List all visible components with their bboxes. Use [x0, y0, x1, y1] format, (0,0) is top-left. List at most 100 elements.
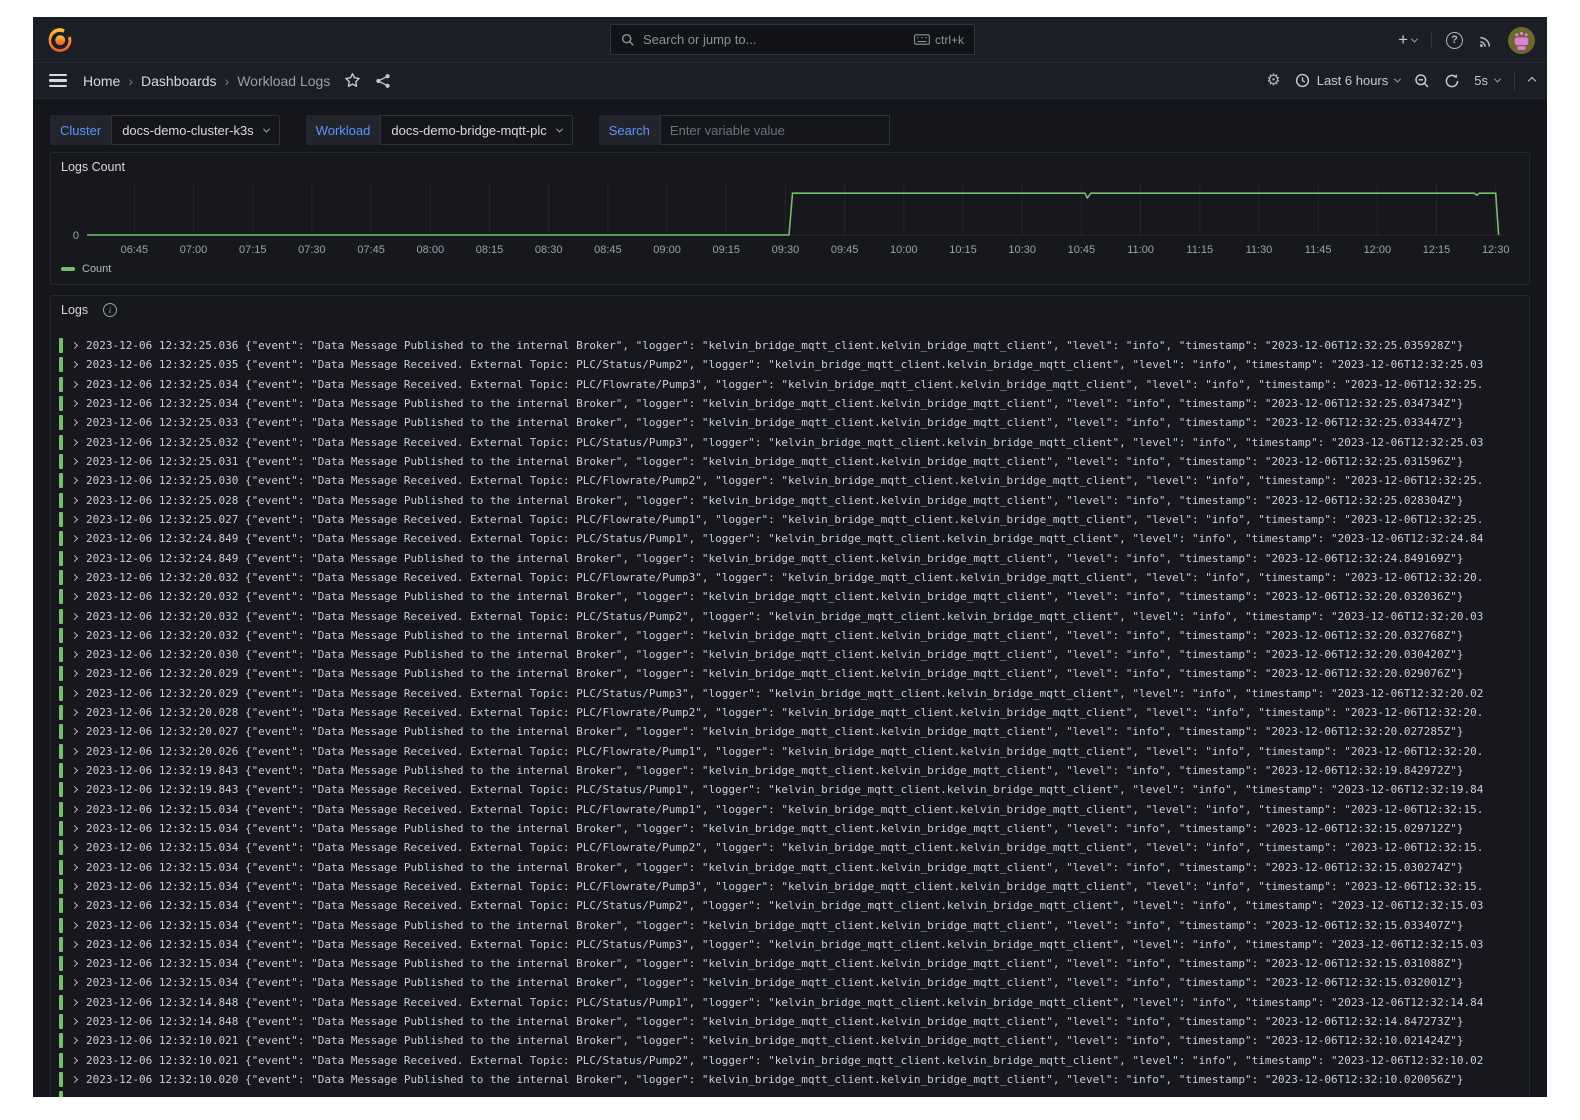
- log-row[interactable]: 2023-12-06 12:32:10.021 {"event": "Data …: [59, 1051, 1521, 1070]
- expand-chevron-icon[interactable]: [71, 728, 78, 735]
- expand-chevron-icon[interactable]: [71, 748, 78, 755]
- log-row[interactable]: 2023-12-06 12:32:24.849 {"event": "Data …: [59, 548, 1521, 567]
- legend-series-label[interactable]: Count: [82, 263, 111, 275]
- help-icon[interactable]: ?: [1446, 32, 1463, 49]
- expand-chevron-icon[interactable]: [71, 555, 78, 562]
- log-row[interactable]: 2023-12-06 12:32:15.034 {"event": "Data …: [59, 838, 1521, 857]
- log-row[interactable]: 2023-12-06 12:32:15.034 {"event": "Data …: [59, 935, 1521, 954]
- expand-chevron-icon[interactable]: [71, 361, 78, 368]
- log-row[interactable]: 2023-12-06 12:32:14.848 {"event": "Data …: [59, 1012, 1521, 1031]
- expand-chevron-icon[interactable]: [71, 999, 78, 1006]
- refresh-interval-picker[interactable]: 5s: [1474, 73, 1500, 88]
- time-range-picker[interactable]: Last 6 hours: [1295, 73, 1401, 88]
- expand-chevron-icon[interactable]: [71, 1076, 78, 1083]
- expand-chevron-icon[interactable]: [71, 458, 78, 465]
- log-row[interactable]: 2023-12-06 12:32:25.030 {"event": "Data …: [59, 471, 1521, 490]
- log-row[interactable]: 2023-12-06 12:32:19.843 {"event": "Data …: [59, 780, 1521, 799]
- expand-chevron-icon[interactable]: [71, 593, 78, 600]
- log-row[interactable]: 2023-12-06 12:32:15.034 {"event": "Data …: [59, 877, 1521, 896]
- search-variable-input[interactable]: Enter variable value: [660, 115, 890, 145]
- log-row[interactable]: 2023-12-06 12:32:10.021 {"event": "Data …: [59, 1031, 1521, 1050]
- expand-chevron-icon[interactable]: [71, 786, 78, 793]
- grafana-logo-icon[interactable]: [47, 27, 73, 53]
- log-row[interactable]: 2023-12-06 12:32:25.033 {"event": "Data …: [59, 413, 1521, 432]
- log-row[interactable]: 2023-12-06 12:32:14.848 {"event": "Data …: [59, 993, 1521, 1012]
- menu-toggle-icon[interactable]: [49, 74, 67, 88]
- log-row[interactable]: 2023-12-06 12:32:25.036 {"event": "Data …: [59, 336, 1521, 355]
- log-row[interactable]: 2023-12-06 12:32:20.026 {"event": "Data …: [59, 742, 1521, 761]
- expand-chevron-icon[interactable]: [71, 902, 78, 909]
- log-row[interactable]: 2023-12-06 12:32:25.032 {"event": "Data …: [59, 433, 1521, 452]
- expand-chevron-icon[interactable]: [71, 1037, 78, 1044]
- user-avatar[interactable]: [1508, 27, 1535, 54]
- expand-chevron-icon[interactable]: [71, 1057, 78, 1064]
- log-row[interactable]: 2023-12-06 12:32:15.034 {"event": "Data …: [59, 819, 1521, 838]
- share-icon[interactable]: [375, 73, 391, 89]
- log-row[interactable]: 2023-12-06 12:32:15.034 {"event": "Data …: [59, 973, 1521, 992]
- expand-chevron-icon[interactable]: [71, 651, 78, 658]
- log-row[interactable]: 2023-12-06 12:32:25.027 {"event": "Data …: [59, 510, 1521, 529]
- panel-title[interactable]: Logs: [61, 303, 88, 317]
- expand-chevron-icon[interactable]: [71, 921, 78, 928]
- expand-chevron-icon[interactable]: [71, 612, 78, 619]
- log-row[interactable]: 2023-12-06 12:32:15.034 {"event": "Data …: [59, 915, 1521, 934]
- expand-chevron-icon[interactable]: [71, 979, 78, 986]
- news-rss-icon[interactable]: [1477, 32, 1494, 49]
- cluster-variable-dropdown[interactable]: docs-demo-cluster-k3s: [111, 115, 280, 145]
- zoom-out-icon[interactable]: [1414, 73, 1430, 89]
- expand-chevron-icon[interactable]: [71, 1018, 78, 1025]
- log-row[interactable]: 2023-12-06 12:32:20.029 {"event": "Data …: [59, 664, 1521, 683]
- log-row[interactable]: 2023-12-06 12:32:15.034 {"event": "Data …: [59, 954, 1521, 973]
- log-row[interactable]: 2023-12-06 12:32:20.032 {"event": "Data …: [59, 626, 1521, 645]
- search-input[interactable]: Search or jump to... ctrl+k: [610, 24, 975, 55]
- logs-count-chart[interactable]: 06:4507:0007:1507:3007:4508:0008:1508:30…: [59, 177, 1514, 265]
- expand-chevron-icon[interactable]: [71, 381, 78, 388]
- log-row[interactable]: 2023-12-06 12:32:25.034 {"event": "Data …: [59, 375, 1521, 394]
- expand-chevron-icon[interactable]: [71, 439, 78, 446]
- log-row[interactable]: 2023-12-06 12:32:10.020 {"event": "Data …: [59, 1070, 1521, 1089]
- new-menu-button[interactable]: +: [1398, 30, 1417, 50]
- expand-chevron-icon[interactable]: [71, 535, 78, 542]
- workload-variable-dropdown[interactable]: docs-demo-bridge-mqtt-plc: [380, 115, 572, 145]
- panel-info-icon[interactable]: i: [103, 303, 117, 317]
- log-row[interactable]: 2023-12-06 12:32:20.032 {"event": "Data …: [59, 587, 1521, 606]
- expand-chevron-icon[interactable]: [71, 883, 78, 890]
- breadcrumb-home[interactable]: Home: [83, 73, 120, 89]
- expand-chevron-icon[interactable]: [71, 825, 78, 832]
- expand-chevron-icon[interactable]: [71, 670, 78, 677]
- expand-chevron-icon[interactable]: [71, 342, 78, 349]
- log-row[interactable]: 2023-12-06 12:32:15.034 {"event": "Data …: [59, 857, 1521, 876]
- panel-title[interactable]: Logs Count: [61, 160, 125, 174]
- expand-chevron-icon[interactable]: [71, 709, 78, 716]
- expand-chevron-icon[interactable]: [71, 806, 78, 813]
- log-row[interactable]: 2023-12-06 12:32:20.032 {"event": "Data …: [59, 568, 1521, 587]
- log-row[interactable]: 2023-12-06 12:32:20.027 {"event": "Data …: [59, 722, 1521, 741]
- expand-chevron-icon[interactable]: [71, 400, 78, 407]
- expand-chevron-icon[interactable]: [71, 864, 78, 871]
- star-favorite-icon[interactable]: [344, 72, 361, 89]
- expand-chevron-icon[interactable]: [71, 960, 78, 967]
- log-row[interactable]: [59, 1089, 1521, 1097]
- log-row[interactable]: 2023-12-06 12:32:20.030 {"event": "Data …: [59, 645, 1521, 664]
- expand-chevron-icon[interactable]: [71, 419, 78, 426]
- log-row[interactable]: 2023-12-06 12:32:25.028 {"event": "Data …: [59, 491, 1521, 510]
- log-row[interactable]: 2023-12-06 12:32:15.034 {"event": "Data …: [59, 800, 1521, 819]
- log-row[interactable]: 2023-12-06 12:32:25.031 {"event": "Data …: [59, 452, 1521, 471]
- collapse-chevron-up-icon[interactable]: [1528, 76, 1536, 84]
- expand-chevron-icon[interactable]: [71, 690, 78, 697]
- dashboard-settings-gear-icon[interactable]: ⚙: [1266, 73, 1280, 89]
- expand-chevron-icon[interactable]: [71, 497, 78, 504]
- expand-chevron-icon[interactable]: [71, 844, 78, 851]
- breadcrumb-dashboards[interactable]: Dashboards: [141, 73, 217, 89]
- log-row[interactable]: 2023-12-06 12:32:15.034 {"event": "Data …: [59, 896, 1521, 915]
- log-row[interactable]: 2023-12-06 12:32:24.849 {"event": "Data …: [59, 529, 1521, 548]
- expand-chevron-icon[interactable]: [71, 477, 78, 484]
- expand-chevron-icon[interactable]: [71, 632, 78, 639]
- refresh-icon[interactable]: [1444, 73, 1460, 89]
- expand-chevron-icon[interactable]: [71, 767, 78, 774]
- expand-chevron-icon[interactable]: [71, 516, 78, 523]
- log-row[interactable]: 2023-12-06 12:32:25.034 {"event": "Data …: [59, 394, 1521, 413]
- log-row[interactable]: 2023-12-06 12:32:20.032 {"event": "Data …: [59, 606, 1521, 625]
- expand-chevron-icon[interactable]: [71, 941, 78, 948]
- log-row[interactable]: 2023-12-06 12:32:25.035 {"event": "Data …: [59, 355, 1521, 374]
